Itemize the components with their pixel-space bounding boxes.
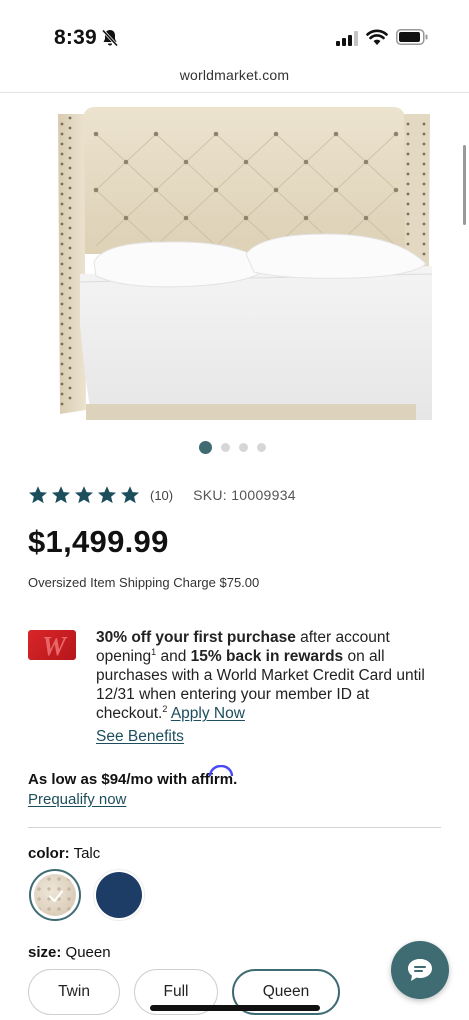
bell-muted-icon bbox=[101, 29, 119, 47]
carousel-dot-4[interactable] bbox=[257, 442, 266, 452]
color-swatch-talc[interactable] bbox=[29, 869, 81, 921]
rating-row: (10) SKU: 10009934 bbox=[28, 484, 296, 506]
url-text: worldmarket.com bbox=[179, 67, 290, 83]
headboard-bed-illustration bbox=[58, 107, 432, 420]
selected-size: Queen bbox=[65, 944, 111, 961]
star-icon bbox=[52, 486, 70, 504]
scrollbar-thumb[interactable] bbox=[463, 145, 466, 225]
wifi-icon bbox=[366, 29, 388, 45]
credit-card-icon: W bbox=[28, 630, 76, 660]
product-price: $1,499.99 bbox=[28, 524, 169, 559]
star-rating[interactable] bbox=[28, 485, 140, 505]
footnote-2: 2 bbox=[162, 703, 168, 714]
promo-offer: 30% off your first purchase bbox=[96, 629, 296, 646]
product-image[interactable] bbox=[56, 104, 432, 420]
review-count[interactable]: (10) bbox=[150, 488, 173, 503]
prequalify-now-link[interactable]: Prequalify now bbox=[28, 791, 126, 808]
carousel-dot-2[interactable] bbox=[221, 442, 230, 452]
promo-text: 30% off your first purchase after accoun… bbox=[96, 628, 441, 723]
battery-icon bbox=[396, 29, 428, 45]
navy-swatch-fill bbox=[96, 872, 142, 918]
star-icon bbox=[75, 486, 93, 504]
section-divider bbox=[28, 827, 441, 828]
star-icon bbox=[29, 486, 47, 504]
affirm-arc-icon bbox=[209, 765, 234, 777]
chat-bubble-icon bbox=[408, 959, 432, 981]
affirm-logo: affirm bbox=[191, 765, 234, 788]
status-time: 8:39 bbox=[54, 26, 97, 49]
shipping-charge: Oversized Item Shipping Charge $75.00 bbox=[28, 575, 260, 590]
sku-number: SKU: 10009934 bbox=[193, 487, 296, 503]
color-label: color: bbox=[28, 845, 70, 862]
color-selector-label: color: Talc bbox=[28, 845, 100, 862]
color-swatch-navy[interactable] bbox=[93, 869, 145, 921]
carousel-dot-3[interactable] bbox=[239, 442, 248, 452]
size-option-twin[interactable]: Twin bbox=[28, 969, 120, 1015]
status-bar: 8:39 bbox=[0, 0, 469, 60]
carousel-pagination bbox=[199, 440, 266, 454]
size-selector-label: size: Queen bbox=[28, 944, 111, 961]
chat-button[interactable] bbox=[391, 941, 449, 999]
signal-icon bbox=[336, 31, 358, 46]
size-label: size: bbox=[28, 944, 62, 961]
promo-text-2: and bbox=[156, 648, 191, 665]
star-icon bbox=[98, 486, 116, 504]
carousel-dot-1[interactable] bbox=[199, 440, 212, 454]
home-indicator bbox=[150, 1005, 320, 1011]
selected-color: Talc bbox=[73, 845, 101, 862]
see-benefits-link[interactable]: See Benefits bbox=[96, 728, 184, 746]
promo-rewards: 15% back in rewards bbox=[190, 648, 344, 665]
star-icon bbox=[121, 486, 139, 504]
checkmark-icon bbox=[49, 890, 63, 902]
apply-now-link[interactable]: Apply Now bbox=[171, 705, 245, 722]
browser-url-bar[interactable]: worldmarket.com bbox=[0, 60, 469, 93]
affirm-financing: As low as $94/mo with affirm. bbox=[28, 765, 237, 788]
talc-swatch-fill bbox=[34, 874, 76, 916]
affirm-text: As low as $94/mo with bbox=[28, 771, 192, 788]
